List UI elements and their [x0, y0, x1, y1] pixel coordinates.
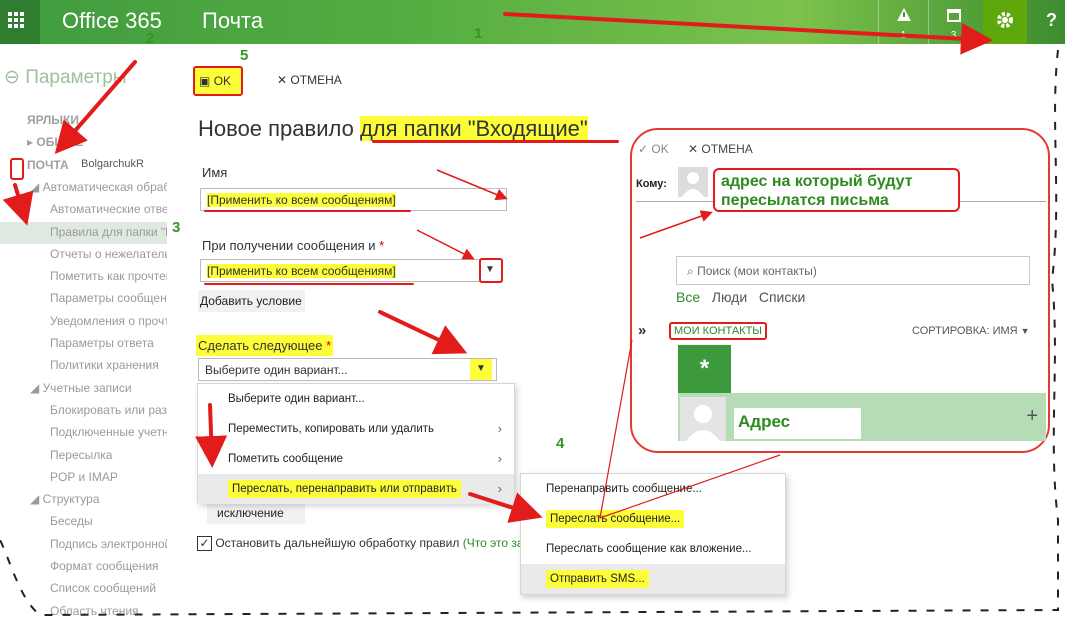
- annotation-arrows: [0, 12, 1059, 617]
- mail-highlight: [10, 158, 24, 180]
- condition-underline: [204, 283, 414, 285]
- step-5-label: 5: [240, 47, 249, 64]
- step-1-label: 1: [474, 25, 483, 42]
- step-3-label: 3: [172, 219, 181, 236]
- ok-highlight: [193, 66, 243, 96]
- title-underline: [372, 140, 619, 143]
- dropdown-highlight: [479, 258, 503, 283]
- step-2-label: 2: [146, 30, 155, 47]
- name-underline: [204, 210, 411, 212]
- step-4-label: 4: [556, 435, 565, 452]
